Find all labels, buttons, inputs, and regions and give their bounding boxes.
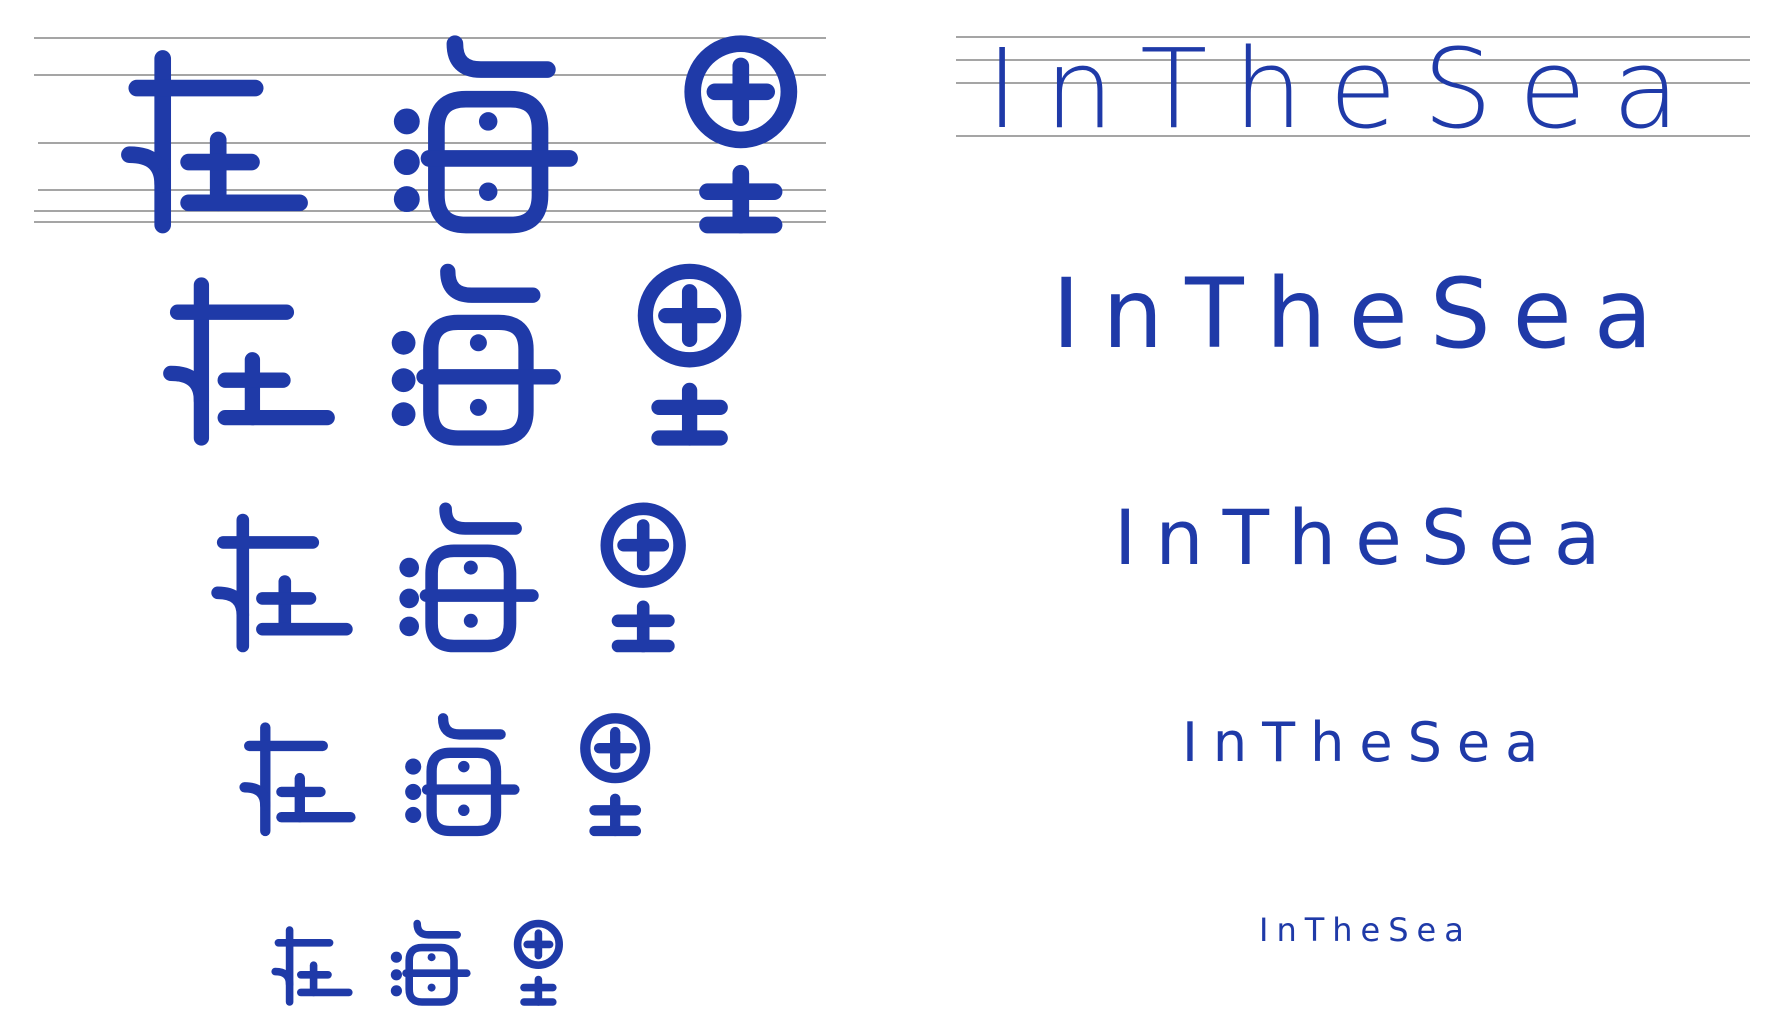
char-hai-glyph [392,271,554,438]
chinese-logotype-row [171,271,734,438]
latin-logotype-sm: InTheSea [1182,711,1554,774]
char-zai-glyph [171,285,327,438]
char-li-glyph [693,44,789,225]
latin-logotype-xl: InTheSea [986,25,1706,153]
latin-logotype-lg: InTheSea [1052,258,1675,370]
char-li-glyph [607,509,680,646]
chinese-logotype-rows [129,44,789,1002]
char-li-glyph [645,271,733,438]
chinese-logotype-row [245,718,645,831]
type-specimen-board: InTheSea InTheSea InTheSea InTheSea InTh… [0,0,1786,1036]
char-zai-glyph [218,520,347,646]
char-hai-glyph [394,44,570,225]
latin-logotype-md: InTheSea [1114,493,1620,582]
char-li-glyph [518,924,560,1002]
chinese-logotype-row [129,44,789,225]
latin-logotype-xs: InTheSea [1259,911,1472,949]
chinese-logotype-row [275,924,559,1002]
char-zai-glyph [275,930,349,1002]
char-zai-glyph [129,59,299,226]
char-zai-glyph [245,728,351,832]
char-hai-glyph [391,924,467,1002]
char-hai-glyph [405,718,514,831]
char-li-glyph [585,718,645,831]
chinese-logotype-row [218,509,680,646]
char-hai-glyph [399,509,532,646]
